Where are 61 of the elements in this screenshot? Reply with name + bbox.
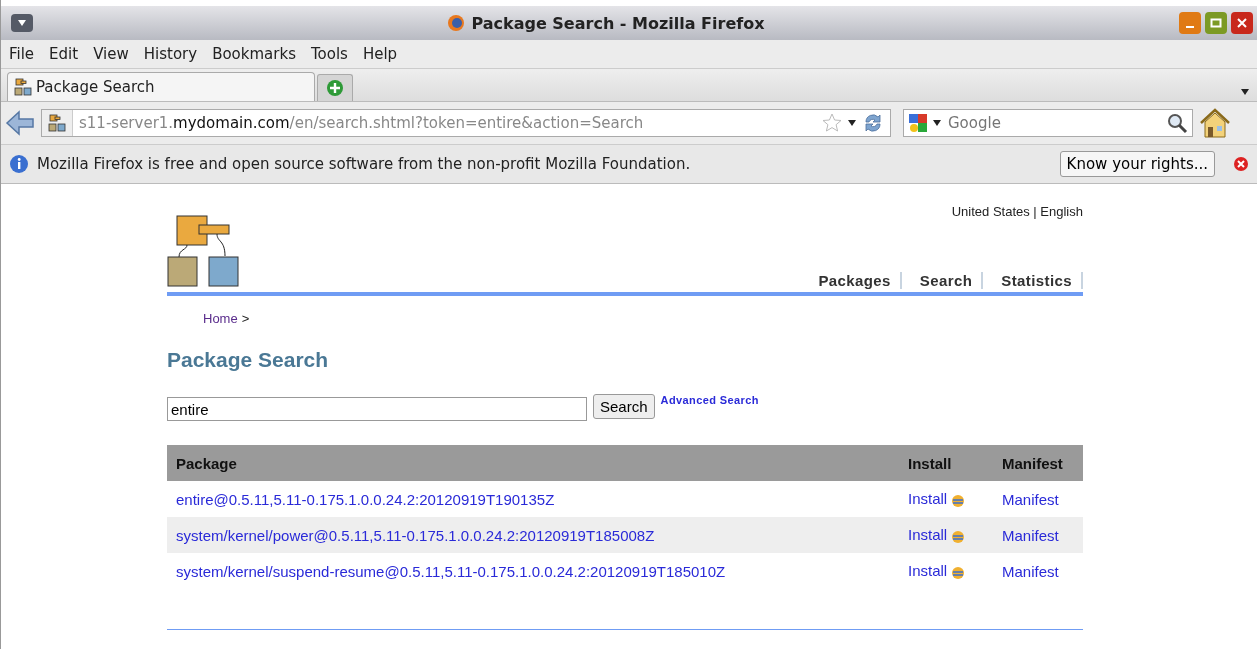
new-tab-button[interactable]	[317, 74, 353, 101]
know-your-rights-button[interactable]: Know your rights...	[1059, 151, 1215, 177]
notification-text: Mozilla Firefox is free and open source software from the non-profit Mozilla Foundation.	[37, 155, 692, 173]
manifest-link[interactable]: Manifest	[1002, 562, 1059, 580]
install-link[interactable]: Install	[908, 490, 948, 508]
search-icon[interactable]	[1166, 112, 1188, 134]
manifest-link[interactable]: Manifest	[1002, 490, 1059, 508]
install-link[interactable]: Install	[908, 526, 948, 544]
back-arrow-icon[interactable]	[5, 110, 35, 136]
minimize-icon	[1186, 26, 1194, 28]
nav-link[interactable]: Statistics	[983, 272, 1083, 289]
column-header: Package	[176, 454, 237, 472]
package-link[interactable]: system/kernel/suspend-resume@0.5.11,5.11-0.175.1.0.0.24.2:20120919T185010Z	[176, 562, 726, 580]
package-link[interactable]: system/kernel/power@0.5.11,5.11-0.175.1.0.0.24.2:20120919T185008Z	[176, 526, 655, 544]
column-header: Install	[908, 454, 952, 472]
search-button[interactable]: Search	[593, 394, 655, 419]
locale-text: United States | English	[950, 204, 1083, 219]
maximize-button[interactable]	[1205, 12, 1227, 34]
reload-icon[interactable]	[862, 112, 884, 134]
browser-tab[interactable]: Package Search	[7, 72, 315, 101]
info-icon	[9, 154, 29, 174]
breadcrumb-link[interactable]: Home	[203, 311, 238, 326]
window-menu-button[interactable]	[11, 14, 33, 32]
dropdown-arrow-icon[interactable]	[848, 120, 856, 126]
advanced-search-link[interactable]: Advanced Search	[660, 394, 759, 406]
menu-item[interactable]: Tools	[310, 45, 348, 63]
plus-icon	[326, 79, 344, 97]
maximize-icon	[1210, 17, 1222, 29]
minimize-button[interactable]	[1179, 12, 1201, 34]
menu-item[interactable]: Bookmarks	[212, 45, 296, 63]
address-field[interactable]: s11-server1.mydomain.com/en/search.shtml?token=entire&action=Search	[41, 109, 891, 137]
search-engine-field[interactable]: Google	[903, 109, 1193, 137]
menu-item[interactable]: View	[93, 45, 129, 63]
menu-item[interactable]: Help	[362, 45, 398, 63]
package-link[interactable]: entire@0.5.11,5.11-0.175.1.0.0.24.2:20120919T190135Z	[176, 490, 555, 508]
column-header: Manifest	[1002, 454, 1063, 472]
caret-icon	[17, 19, 27, 27]
close-icon	[1236, 17, 1248, 29]
dropdown-arrow-icon[interactable]	[933, 120, 941, 126]
star-icon[interactable]	[822, 113, 842, 133]
install-link[interactable]: Install	[908, 562, 948, 580]
close-icon[interactable]	[1233, 156, 1249, 172]
site-logo-icon	[14, 78, 32, 96]
address-text: s11-server1.mydomain.com/en/search.shtml?token=entire&action=Search	[79, 114, 645, 132]
install-icon[interactable]	[951, 565, 966, 580]
window-title: Package Search - Mozilla Firefox	[471, 13, 765, 33]
install-icon[interactable]	[951, 493, 966, 508]
page-heading: Package Search	[167, 348, 330, 372]
site-logo-icon	[48, 114, 66, 132]
manifest-link[interactable]: Manifest	[1002, 526, 1059, 544]
breadcrumb-separator: >	[241, 311, 250, 326]
home-icon[interactable]	[1199, 107, 1231, 139]
caret-icon	[1241, 89, 1249, 95]
menu-item[interactable]: History	[143, 45, 198, 63]
nav-link[interactable]: Packages	[800, 272, 902, 289]
menu-item[interactable]: File	[9, 45, 35, 63]
search-field[interactable]: entire	[167, 397, 587, 421]
close-button[interactable]	[1231, 12, 1253, 34]
menu-item[interactable]: Edit	[49, 45, 79, 63]
install-icon[interactable]	[951, 529, 966, 544]
nav-link[interactable]: Search	[901, 272, 984, 289]
